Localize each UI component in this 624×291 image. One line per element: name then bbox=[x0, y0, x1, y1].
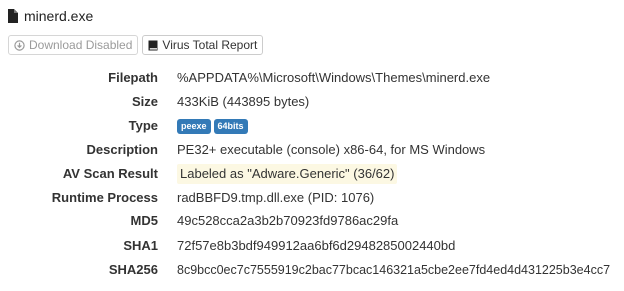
download-disabled-label: Download Disabled bbox=[29, 38, 133, 52]
av-scan-result: Labeled as "Adware.Generic" (36/62) bbox=[177, 164, 398, 184]
md5-value: 49c528cca2a3b2b70923fd9786ac29fa bbox=[177, 213, 399, 228]
virus-total-report-button[interactable]: Virus Total Report bbox=[142, 35, 264, 55]
sha1-value: 72f57e8b3bdf949912aa6bf6d2948285002440bd bbox=[177, 238, 456, 253]
type-badges: peexe 64bits bbox=[177, 116, 251, 136]
filepath-value: %APPDATA%\Microsoft\Windows\Themes\miner… bbox=[177, 70, 491, 85]
sha256-row: SHA256 8c9bcc0ec7c7555919c2bac77bcac1463… bbox=[0, 260, 624, 280]
filepath-label: Filepath bbox=[108, 70, 158, 85]
sha256-label: SHA256 bbox=[108, 262, 158, 277]
av-scan-value-wrapper: Labeled as "Adware.Generic" (36/62) bbox=[177, 164, 398, 184]
md5-row: MD5 49c528cca2a3b2b70923fd9786ac29fa bbox=[0, 211, 624, 231]
download-disabled-button[interactable]: Download Disabled bbox=[8, 35, 139, 55]
runtime-process-label: Runtime Process bbox=[51, 190, 158, 205]
action-buttons: Download Disabled Virus Total Report bbox=[8, 35, 264, 55]
description-value: PE32+ executable (console) x86-64, for M… bbox=[177, 142, 486, 157]
sha1-label: SHA1 bbox=[123, 238, 158, 253]
description-label: Description bbox=[86, 142, 158, 157]
file-icon bbox=[8, 9, 18, 23]
md5-label: MD5 bbox=[130, 213, 158, 228]
size-value: 433KiB (443895 bytes) bbox=[177, 94, 310, 109]
virus-total-report-label: Virus Total Report bbox=[162, 38, 258, 52]
circle-down-icon bbox=[14, 39, 25, 51]
book-icon bbox=[148, 40, 158, 50]
description-row: Description PE32+ executable (console) x… bbox=[0, 140, 624, 160]
file-header: minerd.exe bbox=[8, 6, 93, 26]
sha1-row: SHA1 72f57e8b3bdf949912aa6bf6d2948285002… bbox=[0, 236, 624, 256]
size-row: Size 433KiB (443895 bytes) bbox=[0, 92, 624, 112]
type-row: Type peexe 64bits bbox=[0, 116, 624, 136]
av-scan-row: AV Scan Result Labeled as "Adware.Generi… bbox=[0, 164, 624, 184]
sha256-value: 8c9bcc0ec7c7555919c2bac77bcac146321a5cbe… bbox=[177, 263, 611, 277]
runtime-process-value: radBBFD9.tmp.dll.exe (PID: 1076) bbox=[177, 190, 375, 205]
av-scan-label: AV Scan Result bbox=[62, 166, 158, 181]
size-label: Size bbox=[131, 94, 158, 109]
type-badge-64bits: 64bits bbox=[213, 119, 248, 135]
type-badge-peexe: peexe bbox=[177, 119, 211, 135]
type-label: Type bbox=[128, 118, 158, 133]
file-name-title: minerd.exe bbox=[24, 8, 94, 24]
filepath-row: Filepath %APPDATA%\Microsoft\Windows\The… bbox=[0, 68, 624, 88]
runtime-process-row: Runtime Process radBBFD9.tmp.dll.exe (PI… bbox=[0, 188, 624, 208]
